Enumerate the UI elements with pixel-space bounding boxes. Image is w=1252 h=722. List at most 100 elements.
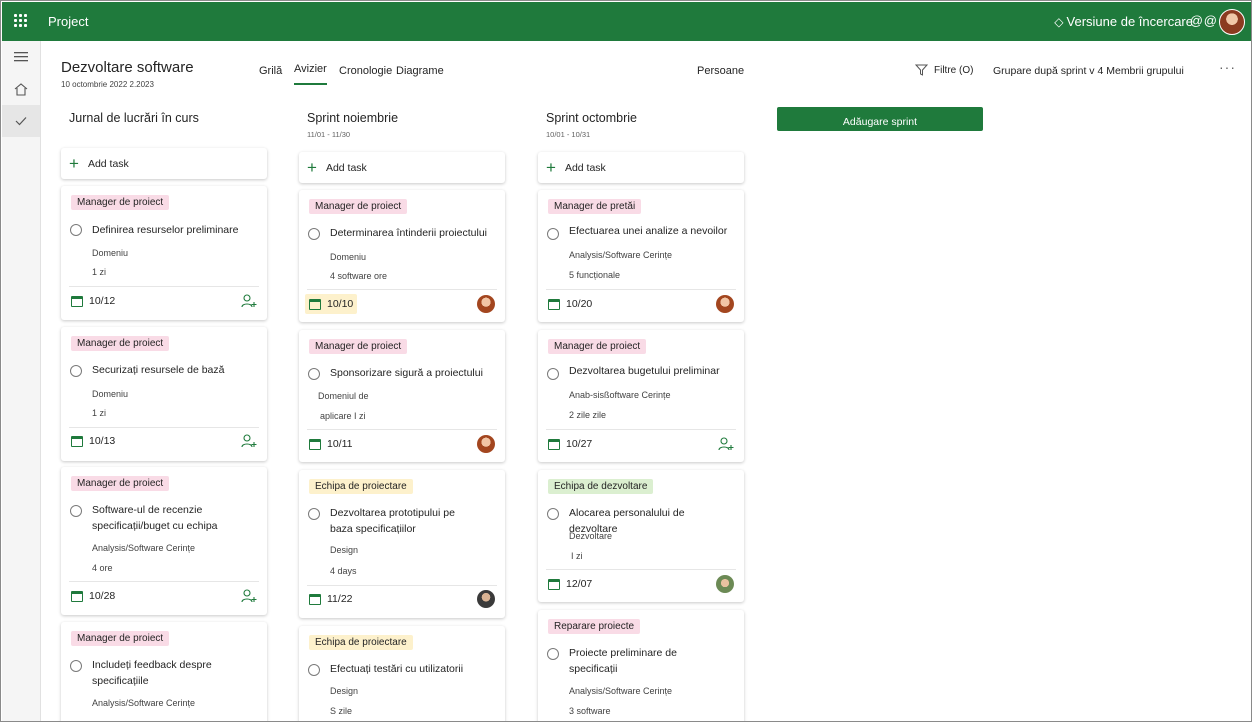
due-date[interactable]: 10/10 (305, 294, 358, 314)
mention-icon[interactable]: @ (1204, 13, 1217, 28)
filter-button[interactable]: Filtre (O) (915, 64, 973, 76)
assign-person-icon[interactable] (241, 588, 257, 604)
add-task-button[interactable]: + Add task (299, 152, 505, 183)
complete-checkbox[interactable] (308, 228, 320, 240)
calendar-icon (309, 593, 321, 605)
complete-checkbox[interactable] (70, 365, 82, 377)
task-card[interactable]: Echipa de proiectare Efectuați testări c… (299, 626, 505, 721)
app-launcher-icon[interactable] (14, 14, 28, 28)
task-meta: 3 software (569, 706, 611, 716)
mention-icon[interactable]: @ (1190, 13, 1203, 28)
task-card[interactable]: Manager de pretăi Efectuarea unei analiz… (538, 190, 744, 322)
task-card[interactable]: Manager de proiect Securizați resursele … (61, 327, 267, 461)
complete-checkbox[interactable] (70, 660, 82, 672)
task-card[interactable]: Echipa de dezvoltare Alocarea personalul… (538, 470, 744, 602)
add-task-label: Add task (564, 161, 606, 174)
add-task-button[interactable]: + Add task (61, 148, 267, 179)
tab-charts[interactable]: Diagrame (396, 65, 444, 77)
column-title[interactable]: Jurnal de lucrări în curs (69, 111, 199, 125)
task-meta: Analysis/Software Cerințe (569, 686, 673, 696)
app-window: Project ◇ Versiune de încercare @ @ Dezvo… (0, 0, 1252, 722)
complete-checkbox[interactable] (308, 508, 320, 520)
assignee-avatar[interactable] (716, 575, 734, 593)
task-card[interactable]: Manager de proiect Determinarea întinder… (299, 190, 505, 322)
calendar-icon (71, 435, 83, 447)
task-meta: S zile (330, 706, 353, 716)
filter-icon (915, 64, 928, 76)
plus-icon: + (307, 158, 317, 177)
task-card[interactable]: Manager de proiect Software-ul de recenz… (61, 467, 267, 615)
divider (546, 289, 736, 290)
complete-checkbox[interactable] (70, 505, 82, 517)
due-date[interactable]: 10/28 (71, 586, 115, 606)
due-date-text: 10/20 (566, 298, 593, 310)
task-meta: I zi (571, 551, 583, 561)
task-name: Efectuarea unei analize a nevoilor (569, 225, 728, 237)
add-sprint-button[interactable]: Adăugare sprint (777, 107, 983, 131)
task-name: Dezvoltarea prototipului pe baza specifi… (330, 507, 455, 535)
bucket-label: Manager de proiect (71, 476, 170, 491)
task-card[interactable]: Echipa de proiectare Dezvoltarea prototi… (299, 470, 505, 618)
group-by-dropdown[interactable]: Grupare după sprint v 4 Membrii grupului (993, 65, 1184, 77)
complete-checkbox[interactable] (308, 368, 320, 380)
complete-checkbox[interactable] (547, 508, 559, 520)
task-card[interactable]: Manager de proiect Dezvoltarea bugetului… (538, 330, 744, 462)
bucket-label: Manager de proiect (309, 339, 408, 354)
due-date[interactable]: 10/20 (548, 294, 592, 314)
due-date-text: 10/28 (89, 590, 116, 602)
due-date[interactable]: 11/22 (309, 589, 353, 609)
column-title[interactable]: Sprint octombrie (546, 111, 637, 125)
bucket-label: Reparare proiecte (548, 619, 641, 634)
user-avatar[interactable] (1219, 9, 1245, 35)
more-options-icon[interactable]: ··· (1219, 59, 1236, 75)
people-button[interactable]: Persoane (697, 65, 744, 77)
due-date[interactable]: 12/07 (548, 574, 592, 594)
task-meta: Analysis/Software Cerințe (92, 698, 196, 708)
add-task-button[interactable]: + Add task (538, 152, 744, 183)
assign-person-icon[interactable] (241, 293, 257, 309)
tab-grid[interactable]: Grilă (259, 65, 282, 77)
assignee-avatar[interactable] (477, 295, 495, 313)
due-date[interactable]: 10/27 (548, 434, 592, 454)
trial-button[interactable]: ◇ Versiune de încercare (1054, 14, 1193, 29)
task-meta: 2 zile zile (569, 410, 607, 420)
app-title[interactable]: Project (48, 14, 88, 29)
calendar-icon (548, 298, 560, 310)
task-card[interactable]: Manager de proiect Sponsorizare sigură a… (299, 330, 505, 462)
calendar-icon (71, 295, 83, 307)
tab-timeline[interactable]: Cronologie (339, 65, 392, 77)
task-meta: Design (330, 686, 359, 696)
assignee-avatar[interactable] (477, 435, 495, 453)
task-meta: Dezvoltare (569, 531, 613, 541)
column-title[interactable]: Sprint noiembrie (307, 111, 398, 125)
project-header: Dezvoltare software 10 octombrie 2022 2.… (41, 41, 1251, 101)
trial-label: Versiune de încercare (1066, 14, 1193, 29)
due-date-text: 10/27 (566, 438, 593, 450)
task-name: Includeți feedback despre specificațiile (92, 659, 212, 687)
task-card[interactable]: Manager de proiect Includeți feedback de… (61, 622, 267, 721)
task-card[interactable]: Reparare proiecte Proiecte preliminare d… (538, 610, 744, 721)
complete-checkbox[interactable] (547, 368, 559, 380)
task-name: Securizați resursele de bază (92, 364, 225, 376)
my-tasks-icon[interactable] (2, 105, 40, 137)
hamburger-menu-icon[interactable] (2, 41, 40, 73)
bucket-label: Manager de pretăi (548, 199, 642, 214)
top-bar: Project ◇ Versiune de încercare @ @ (2, 2, 1251, 41)
due-date[interactable]: 10/13 (71, 431, 115, 451)
complete-checkbox[interactable] (70, 224, 82, 236)
assign-person-icon[interactable] (241, 433, 257, 449)
complete-checkbox[interactable] (308, 664, 320, 676)
assignee-avatar[interactable] (716, 295, 734, 313)
due-date[interactable]: 10/12 (71, 291, 115, 311)
home-icon[interactable] (2, 73, 40, 105)
assign-person-icon[interactable] (718, 436, 734, 452)
task-card[interactable]: Manager de proiect Definirea resurselor … (61, 186, 267, 320)
complete-checkbox[interactable] (547, 228, 559, 240)
assignee-avatar[interactable] (477, 590, 495, 608)
tab-board[interactable]: Avizier (294, 63, 327, 85)
due-date[interactable]: 10/11 (309, 434, 353, 454)
task-name: Determinarea întinderii proiectului (330, 227, 487, 239)
divider (307, 585, 497, 586)
complete-checkbox[interactable] (547, 648, 559, 660)
page-title[interactable]: Dezvoltare software (61, 59, 194, 76)
